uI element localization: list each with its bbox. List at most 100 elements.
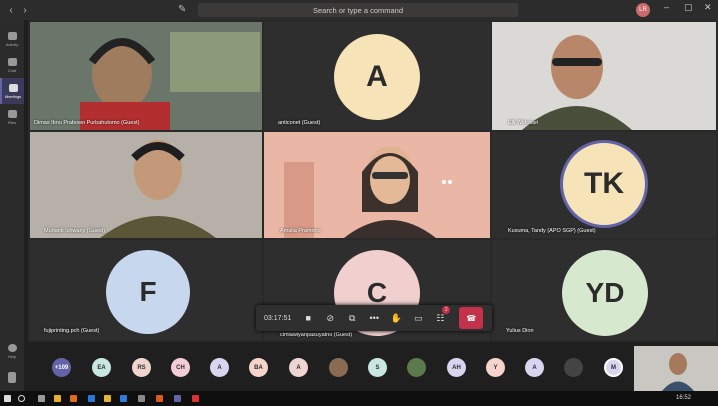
search-icon[interactable]	[18, 395, 25, 402]
file-icon	[7, 109, 17, 118]
participant-initials: TK	[584, 167, 624, 200]
rail-item-chat[interactable]: Chat	[0, 52, 24, 78]
tray-initials: AH	[452, 364, 461, 371]
calendar-icon	[8, 83, 18, 92]
file-explorer-icon[interactable]	[104, 395, 111, 402]
participant-tile[interactable]: Elli Widosari	[492, 22, 716, 130]
tray-participant[interactable]: S	[368, 358, 387, 377]
tray-participant-photo[interactable]	[407, 358, 426, 377]
maximize-button[interactable]: ▢	[684, 2, 693, 13]
rail-item-files[interactable]: Files	[0, 104, 24, 130]
compose-icon[interactable]: ✎	[178, 4, 186, 15]
participant-name: Murianti Ichwany (Guest)	[44, 228, 106, 234]
tray-participant[interactable]: RS	[132, 358, 151, 377]
tray-initials: RS	[137, 364, 146, 371]
rail-item-activity[interactable]: Activity	[0, 26, 24, 52]
participants-badge: 2	[442, 306, 451, 314]
app-icon[interactable]	[138, 395, 145, 402]
tray-participant[interactable]: A	[210, 358, 229, 377]
user-avatar[interactable]: LR	[636, 3, 650, 17]
pdf-reader-icon[interactable]	[192, 395, 199, 402]
chat-button[interactable]: ▭	[407, 305, 429, 331]
outlook-icon[interactable]	[88, 395, 95, 402]
participant-name: Elli Widosari	[508, 120, 539, 126]
tray-participant[interactable]: Y	[486, 358, 505, 377]
participant-name: Amalia Pramono	[280, 228, 321, 234]
tray-initials: A	[296, 364, 301, 371]
phone-icon	[8, 371, 16, 383]
participant-name: fujiprinting.pch (Guest)	[44, 328, 100, 334]
tray-participant[interactable]: AH	[447, 358, 466, 377]
chrome-icon[interactable]	[54, 395, 61, 402]
tray-participant[interactable]: EA	[92, 358, 111, 377]
participant-tile[interactable]: TK Kusuma, Tandy (APO SGP) (Guest)	[492, 132, 716, 238]
powerpoint-icon[interactable]	[156, 395, 163, 402]
rail-item-help[interactable]: Help	[0, 338, 24, 364]
tray-initials: BA	[254, 364, 263, 371]
help-icon	[7, 343, 17, 352]
rail-item-label: Meetings	[4, 93, 22, 99]
participant-name: cimiawiyanpasuyatno (Guest)	[280, 332, 353, 338]
participant-initials: A	[366, 60, 388, 93]
participant-tray: +109 EA RS CH A BA A S AH Y A M	[28, 342, 718, 391]
word-icon[interactable]	[120, 395, 127, 402]
participant-tile[interactable]: Amalia Pramono	[264, 132, 490, 238]
microphone-off-icon: ⊘	[326, 312, 335, 323]
participant-name: Yulius Dion	[506, 328, 534, 334]
chat-icon: ▭	[413, 312, 423, 323]
tray-participant-photo[interactable]	[329, 358, 348, 377]
tray-initials: M	[611, 364, 616, 371]
hang-up-button[interactable]: ☎	[459, 307, 484, 329]
participant-video	[30, 22, 262, 130]
user-avatar-initials: LR	[639, 7, 647, 13]
participant-tile[interactable]: Dimas Ibnu Prabowo Purbahutomo (Guest)	[30, 22, 262, 130]
participant-tile[interactable]: Murianti Ichwany (Guest)	[30, 132, 262, 238]
share-screen-icon: ⧉	[349, 312, 356, 323]
tray-participant[interactable]: A	[525, 358, 544, 377]
app-rail: Activity Chat Meetings Files Help	[0, 20, 24, 391]
tray-initials: EA	[97, 364, 106, 371]
call-timer: 03:17:51	[264, 314, 292, 322]
more-actions-button[interactable]: •••	[363, 305, 385, 331]
tray-participant[interactable]: BA	[249, 358, 268, 377]
rail-item-meetings[interactable]: Meetings	[0, 78, 24, 104]
close-button[interactable]: ✕	[704, 2, 712, 13]
participant-tile[interactable]: F fujiprinting.pch (Guest)	[30, 240, 262, 340]
raise-hand-button[interactable]: ✋	[385, 305, 407, 331]
participant-video	[30, 132, 262, 238]
minimize-button[interactable]: –	[664, 2, 669, 12]
share-screen-button[interactable]: ⧉	[341, 305, 363, 331]
teams-icon[interactable]	[174, 395, 181, 402]
more-participants-button[interactable]: +109	[52, 358, 71, 377]
participant-tile[interactable]: YD Yulius Dion	[492, 240, 716, 340]
rail-item-label: Help	[7, 353, 17, 359]
os-taskbar: 16:52	[0, 391, 718, 406]
participant-tile[interactable]: A anticonet (Guest)	[264, 22, 490, 130]
participant-initials: F	[139, 276, 157, 307]
tray-participant[interactable]: M	[604, 358, 623, 377]
participant-video	[264, 132, 490, 238]
call-controls: 03:17:51 ■ ⊘ ⧉ ••• ✋ ▭ ☷ 2 ☎	[256, 305, 492, 331]
tray-initials: A	[217, 364, 222, 371]
participant-name: Dimas Ibnu Prabowo Purbahutomo (Guest)	[34, 120, 140, 126]
video-stage: Dimas Ibnu Prabowo Purbahutomo (Guest) A…	[28, 20, 718, 342]
back-arrow-icon[interactable]: ‹	[4, 0, 18, 20]
self-view-video[interactable]	[634, 346, 718, 391]
tray-participant[interactable]: CH	[171, 358, 190, 377]
participant-initials: YD	[585, 277, 625, 308]
forward-arrow-icon[interactable]: ›	[18, 0, 32, 20]
mute-button[interactable]: ⊘	[319, 305, 341, 331]
tray-participant[interactable]: A	[289, 358, 308, 377]
tray-initials: Y	[493, 364, 498, 371]
participants-button[interactable]: ☷ 2	[429, 305, 451, 331]
self-view-image	[634, 346, 718, 391]
task-view-icon[interactable]	[38, 395, 45, 402]
camera-button[interactable]: ■	[297, 305, 319, 331]
firefox-icon[interactable]	[70, 395, 77, 402]
rail-item-device[interactable]	[0, 365, 24, 391]
more-icon: •••	[369, 313, 379, 323]
participant-avatar-speaking: TK	[560, 140, 648, 228]
windows-start-icon[interactable]	[4, 395, 11, 402]
search-input[interactable]: Search or type a command	[198, 3, 518, 17]
tray-participant-photo[interactable]	[564, 358, 583, 377]
